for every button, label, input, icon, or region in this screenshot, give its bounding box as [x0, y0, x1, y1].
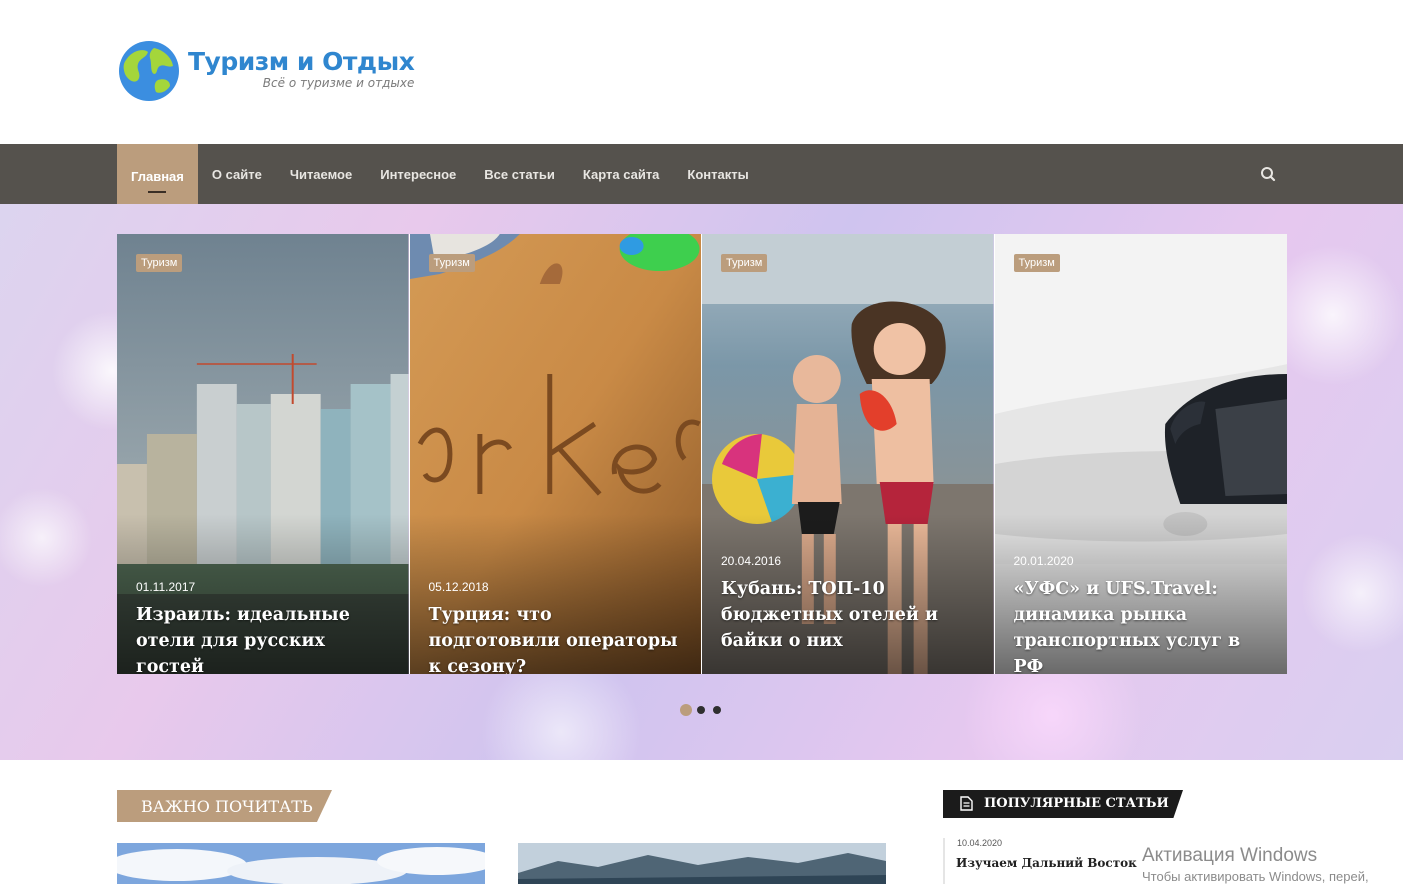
article-image: [117, 843, 485, 884]
slide-card[interactable]: Туризм 20.04.2016 Кубань: ТОП-10 бюджетн…: [702, 234, 995, 674]
nav-item-popular[interactable]: Читаемое: [276, 144, 366, 204]
popular-item-title[interactable]: Изучаем Дальний Восток: [956, 856, 1137, 870]
nav-item-home[interactable]: Главная: [117, 144, 198, 209]
windows-activation-title: Активация Windows: [1142, 845, 1318, 866]
article-thumbnail[interactable]: [518, 843, 886, 884]
popular-heading: ПОПУЛЯРНЫЕ СТАТЬИ: [943, 790, 1183, 818]
slide-date: 01.11.2017: [136, 580, 196, 594]
important-heading: ВАЖНО ПОЧИТАТЬ: [117, 790, 332, 822]
slide-date: 20.01.2020: [1013, 554, 1074, 568]
nav-item-interesting[interactable]: Интересное: [366, 144, 470, 204]
slide-title[interactable]: Турция: что подготовили операторы к сезо…: [429, 602, 688, 674]
category-badge[interactable]: Туризм: [721, 254, 768, 272]
popular-item-date: 10.04.2020: [957, 838, 1003, 848]
nav-item-all-articles[interactable]: Все статьи: [470, 144, 569, 204]
category-badge[interactable]: Туризм: [136, 254, 183, 272]
windows-activation-subtitle: Чтобы активировать Windows, перей,: [1142, 869, 1369, 884]
search-icon[interactable]: [1258, 164, 1280, 186]
slide-date: 20.04.2016: [721, 554, 782, 568]
slider-dot[interactable]: [680, 704, 692, 716]
slide-date: 05.12.2018: [428, 580, 489, 594]
slide-title[interactable]: Кубань: ТОП-10 бюджетных отелей и байки …: [721, 576, 980, 654]
nav-item-contacts[interactable]: Контакты: [673, 144, 762, 204]
slide-title[interactable]: Израиль: идеальные отели для русских гос…: [136, 602, 395, 674]
nav-item-sitemap[interactable]: Карта сайта: [569, 144, 674, 204]
site-header: Туризм и Отдых Всё о туризме и отдыхе: [0, 0, 1403, 144]
slider-dot[interactable]: [713, 706, 721, 714]
hero-slider: Туризм 01.11.2017 Израиль: идеальные оте…: [0, 204, 1403, 760]
slide-card[interactable]: Туризм 20.01.2020 «УФС» и UFS.Travel: ди…: [994, 234, 1287, 674]
slide-card[interactable]: Туризм 05.12.2018 Турция: что подготовил…: [409, 234, 702, 674]
site-title: Туризм и Отдых: [188, 47, 415, 76]
slider-dot[interactable]: [697, 706, 705, 714]
slide-title[interactable]: «УФС» и UFS.Travel: динамика рынка транс…: [1014, 576, 1274, 674]
slide-card[interactable]: Туризм 01.11.2017 Израиль: идеальные оте…: [117, 234, 410, 674]
document-icon: [960, 796, 973, 811]
popular-heading-label: ПОПУЛЯРНЫЕ СТАТЬИ: [984, 796, 1169, 811]
slider-pagination: [680, 704, 729, 716]
site-tagline: Всё о туризме и отдыхе: [262, 76, 415, 90]
article-image: [518, 843, 886, 884]
nav-item-about[interactable]: О сайте: [198, 144, 276, 204]
main-nav: Главная О сайте Читаемое Интересное Все …: [0, 144, 1403, 209]
timeline-line: [943, 838, 945, 884]
globe-icon: [119, 41, 179, 101]
site-logo[interactable]: Туризм и Отдых Всё о туризме и отдыхе: [118, 40, 415, 102]
category-badge[interactable]: Туризм: [428, 254, 475, 272]
article-thumbnail[interactable]: [117, 843, 485, 884]
category-badge[interactable]: Туризм: [1013, 254, 1060, 272]
important-heading-label: ВАЖНО ПОЧИТАТЬ: [141, 797, 313, 816]
